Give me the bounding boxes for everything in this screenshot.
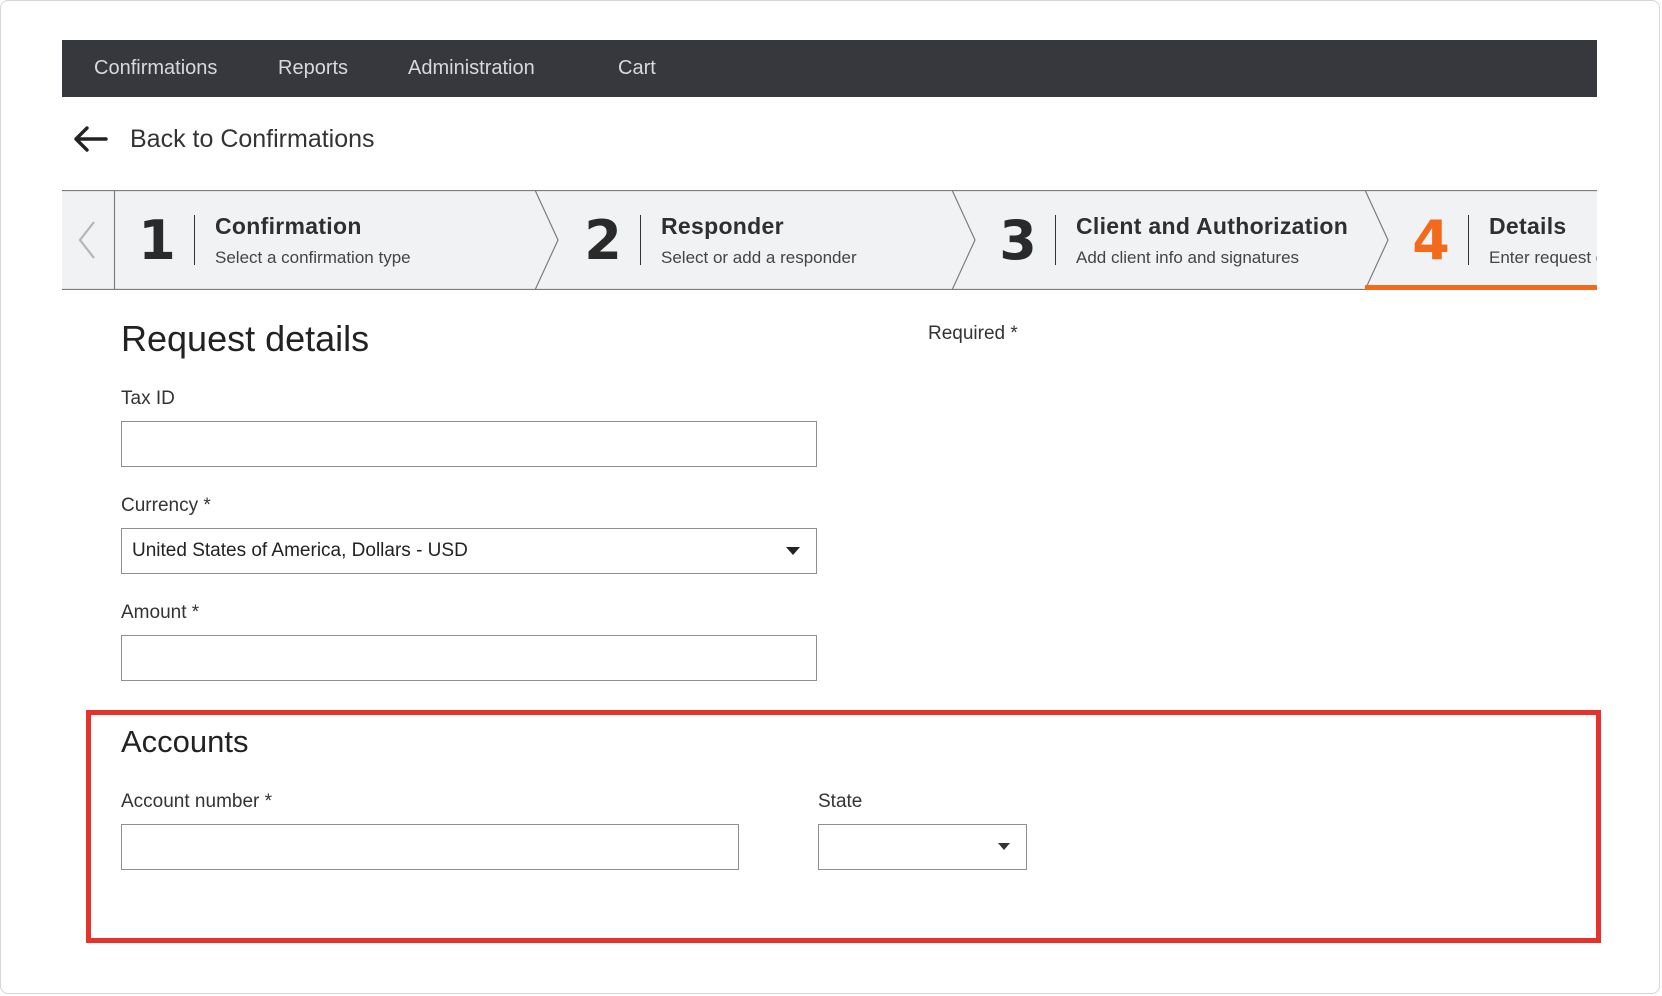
step-number: 4 [1412, 208, 1450, 272]
step-subtitle: Select or add a responder [661, 247, 857, 267]
chevron-left-icon[interactable] [72, 218, 102, 262]
caret-down-icon [786, 547, 800, 555]
step-divider [1468, 215, 1469, 265]
step-details[interactable]: 4 Details Enter request de [1408, 190, 1597, 290]
top-nav-bar: Confirmations Reports Administration Car… [62, 40, 1597, 97]
step-confirmation[interactable]: 1 Confirmation Select a confirmation typ… [134, 190, 411, 290]
step-subtitle: Enter request de [1489, 247, 1597, 267]
page-title: Request details [121, 318, 370, 359]
currency-select[interactable]: United States of America, Dollars - USD [121, 528, 817, 574]
step-number: 1 [138, 208, 176, 272]
tax-id-input[interactable] [121, 421, 817, 467]
currency-selected-value: United States of America, Dollars - USD [132, 540, 468, 561]
step-title: Details [1489, 212, 1567, 239]
nav-item-reports[interactable]: Reports [278, 40, 348, 97]
back-to-confirmations-link[interactable]: Back to Confirmations [72, 118, 375, 160]
currency-label: Currency * [121, 495, 211, 516]
back-link-label: Back to Confirmations [130, 124, 375, 153]
nav-item-administration[interactable]: Administration [408, 40, 535, 97]
arrow-left-icon [74, 126, 108, 152]
step-title: Confirmation [215, 212, 362, 239]
step-number: 3 [999, 208, 1037, 272]
progress-stepper: 1 Confirmation Select a confirmation typ… [62, 190, 1597, 290]
nav-item-confirmations[interactable]: Confirmations [94, 40, 217, 97]
step-divider [640, 215, 641, 265]
accounts-highlight-box [86, 710, 1601, 943]
step-number: 2 [584, 208, 622, 272]
step-subtitle: Add client info and signatures [1076, 247, 1300, 267]
step-divider [1055, 215, 1056, 265]
step-client-and-authorization[interactable]: 3 Client and Authorization Add client in… [995, 190, 1348, 290]
nav-item-cart[interactable]: Cart [618, 40, 656, 97]
amount-input[interactable] [121, 635, 817, 681]
step-divider [194, 215, 195, 265]
step-title: Client and Authorization [1076, 212, 1349, 239]
step-responder[interactable]: 2 Responder Select or add a responder [580, 190, 857, 290]
step-subtitle: Select a confirmation type [215, 247, 411, 267]
amount-label: Amount * [121, 602, 200, 623]
step-title: Responder [661, 212, 784, 239]
tax-id-label: Tax ID [121, 388, 175, 409]
required-note: Required * [928, 323, 1018, 344]
